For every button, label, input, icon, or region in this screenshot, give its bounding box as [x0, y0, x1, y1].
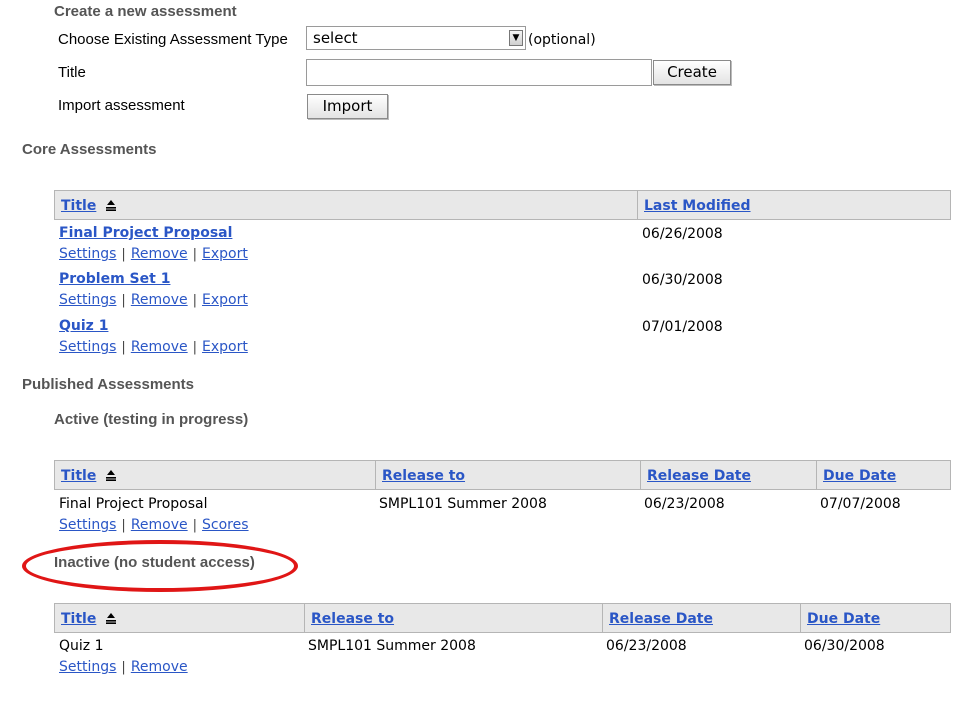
- table-row: Final Project Proposal Settings | Remove | E…: [59, 225, 248, 262]
- settings-link[interactable]: Settings: [59, 517, 116, 533]
- release-to-cell: SMPL101 Summer 2008: [308, 638, 476, 654]
- sort-ascending-icon[interactable]: [105, 612, 117, 624]
- export-link[interactable]: Export: [202, 339, 248, 355]
- assessment-title: Final Project Proposal: [59, 496, 208, 512]
- sort-by-title-link[interactable]: Title: [61, 198, 96, 214]
- settings-link[interactable]: Settings: [59, 659, 116, 675]
- title-input[interactable]: [306, 59, 652, 86]
- create-button[interactable]: Create: [653, 60, 731, 85]
- settings-link[interactable]: Settings: [59, 339, 116, 355]
- core-assessments-heading: Core Assessments: [22, 141, 157, 158]
- assessment-title-link[interactable]: Final Project Proposal: [59, 225, 248, 241]
- assessment-title-link[interactable]: Problem Set 1: [59, 271, 248, 287]
- table-row: Final Project Proposal Settings | Remove | S…: [59, 496, 249, 533]
- assessment-type-select[interactable]: select ▼: [306, 26, 526, 50]
- table-row: Quiz 1 Settings | Remove | Export: [59, 318, 248, 355]
- title-label: Title: [58, 64, 86, 81]
- assessment-type-label: Choose Existing Assessment Type: [58, 31, 288, 48]
- sort-ascending-icon[interactable]: [105, 199, 117, 211]
- last-modified-cell: 06/26/2008: [642, 226, 723, 242]
- table-row: Problem Set 1 Settings | Remove | Export: [59, 271, 248, 308]
- assessment-title: Quiz 1: [59, 638, 104, 654]
- export-link[interactable]: Export: [202, 292, 248, 308]
- inactive-table-header: Title Release to Release Date Due Date: [54, 603, 951, 633]
- release-date-cell: 06/23/2008: [606, 638, 687, 654]
- column-header-release-to[interactable]: Release to: [375, 461, 640, 489]
- active-assessments-heading: Active (testing in progress): [54, 411, 249, 428]
- scores-link[interactable]: Scores: [202, 517, 249, 533]
- column-header-last-modified[interactable]: Last Modified: [637, 191, 950, 219]
- import-assessment-label: Import assessment: [58, 97, 185, 114]
- settings-link[interactable]: Settings: [59, 292, 116, 308]
- remove-link[interactable]: Remove: [131, 517, 188, 533]
- export-link[interactable]: Export: [202, 246, 248, 262]
- optional-text: (optional): [528, 32, 596, 48]
- sort-by-last-modified-link[interactable]: Last Modified: [644, 198, 751, 214]
- column-header-title[interactable]: Title: [55, 461, 375, 489]
- sort-by-release-date-link[interactable]: Release Date: [647, 468, 751, 484]
- remove-link[interactable]: Remove: [131, 246, 188, 262]
- column-header-due-date[interactable]: Due Date: [800, 604, 950, 632]
- column-header-due-date[interactable]: Due Date: [816, 461, 950, 489]
- sort-by-release-to-link[interactable]: Release to: [311, 611, 394, 627]
- separator: |: [192, 247, 198, 262]
- due-date-cell: 07/07/2008: [820, 496, 901, 512]
- sort-by-due-date-link[interactable]: Due Date: [807, 611, 880, 627]
- separator: |: [121, 660, 126, 675]
- release-to-cell: SMPL101 Summer 2008: [379, 496, 547, 512]
- create-assessment-heading: Create a new assessment: [54, 3, 237, 20]
- remove-link[interactable]: Remove: [131, 659, 188, 675]
- import-button[interactable]: Import: [307, 94, 388, 119]
- assessment-type-select-value: select: [313, 29, 358, 47]
- table-row: Quiz 1 Settings | Remove: [59, 638, 188, 675]
- published-assessments-heading: Published Assessments: [22, 376, 195, 393]
- column-header-release-date[interactable]: Release Date: [602, 604, 800, 632]
- column-header-release-date[interactable]: Release Date: [640, 461, 816, 489]
- last-modified-cell: 06/30/2008: [642, 272, 723, 288]
- separator: |: [192, 293, 198, 308]
- sort-ascending-icon[interactable]: [105, 469, 117, 481]
- separator: |: [121, 247, 126, 262]
- column-header-title[interactable]: Title: [55, 191, 637, 219]
- sort-by-release-date-link[interactable]: Release Date: [609, 611, 713, 627]
- assessment-title-link[interactable]: Quiz 1: [59, 318, 248, 334]
- separator: |: [192, 518, 198, 533]
- settings-link[interactable]: Settings: [59, 246, 116, 262]
- sort-by-release-to-link[interactable]: Release to: [382, 468, 465, 484]
- due-date-cell: 06/30/2008: [804, 638, 885, 654]
- sort-by-title-link[interactable]: Title: [61, 611, 96, 627]
- core-table-header: Title Last Modified: [54, 190, 951, 220]
- highlight-annotation: [22, 540, 298, 592]
- sort-by-due-date-link[interactable]: Due Date: [823, 468, 896, 484]
- active-table-header: Title Release to Release Date Due Date: [54, 460, 951, 490]
- sort-by-title-link[interactable]: Title: [61, 468, 96, 484]
- separator: |: [121, 293, 126, 308]
- separator: |: [192, 340, 198, 355]
- chevron-down-icon[interactable]: ▼: [509, 30, 523, 46]
- remove-link[interactable]: Remove: [131, 292, 188, 308]
- release-date-cell: 06/23/2008: [644, 496, 725, 512]
- remove-link[interactable]: Remove: [131, 339, 188, 355]
- column-header-release-to[interactable]: Release to: [304, 604, 602, 632]
- last-modified-cell: 07/01/2008: [642, 319, 723, 335]
- separator: |: [121, 340, 126, 355]
- separator: |: [121, 518, 126, 533]
- column-header-title[interactable]: Title: [55, 604, 304, 632]
